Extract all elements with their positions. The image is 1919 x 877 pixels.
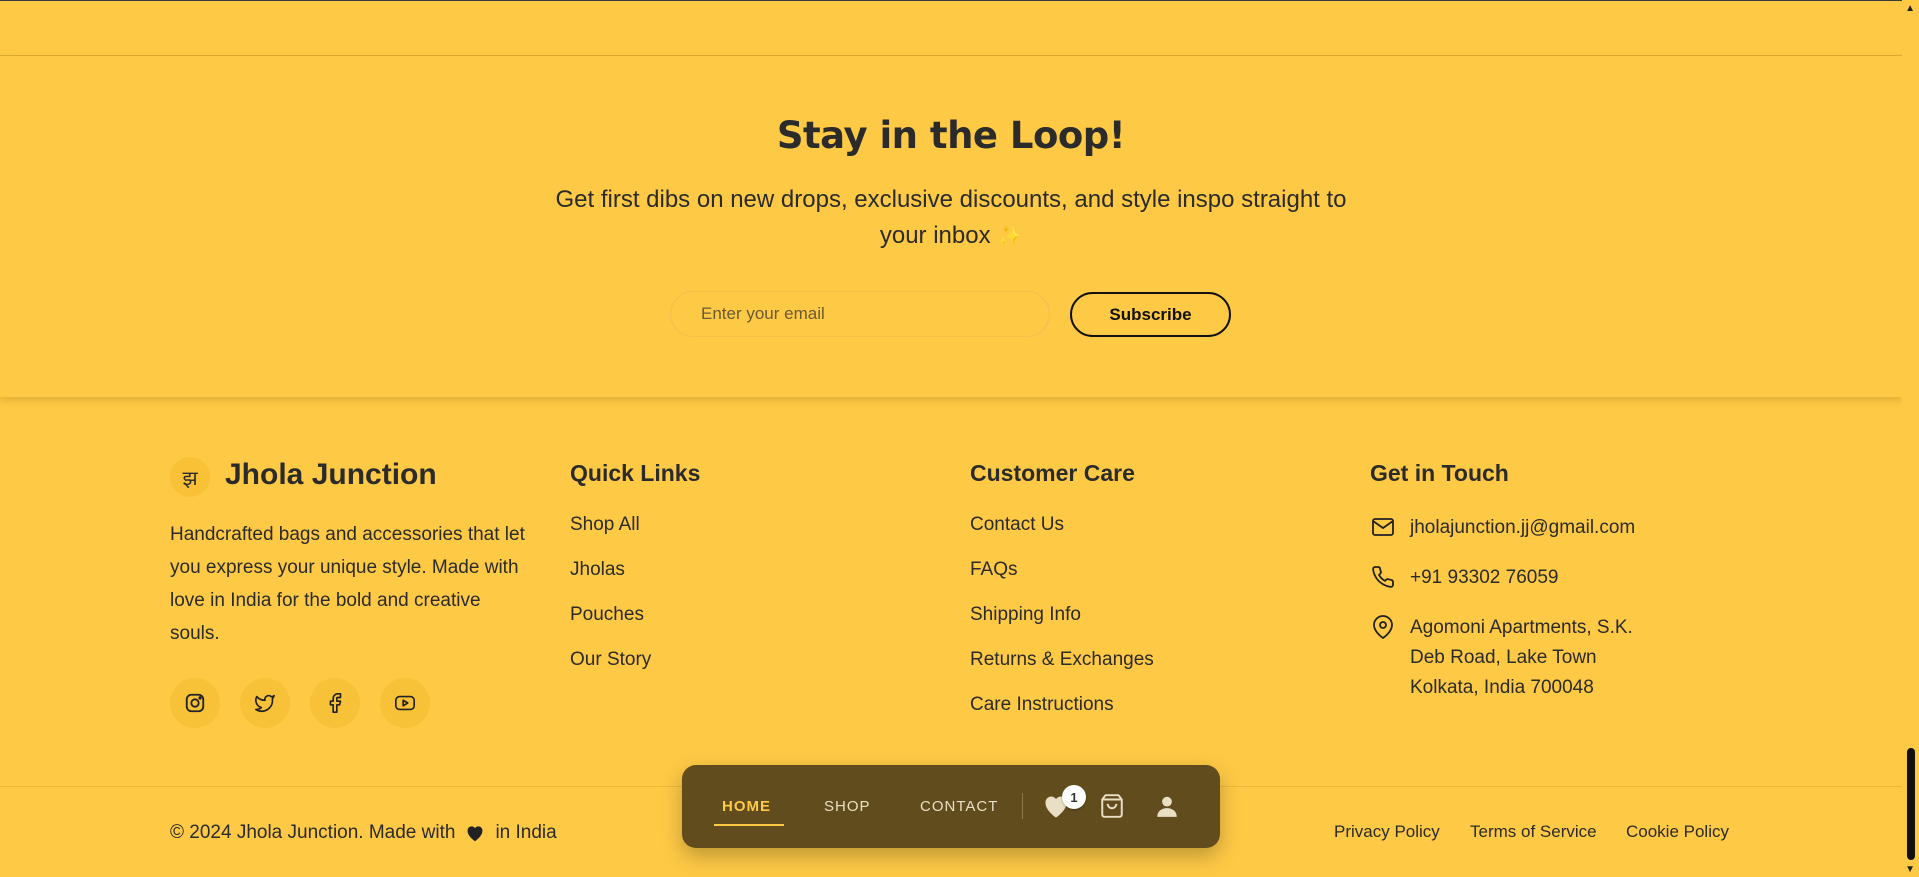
floating-navbar: HOME SHOP CONTACT 1 — [682, 765, 1220, 848]
brand-logo: झ — [170, 457, 210, 497]
contact-address-row: Agomoni Apartments, S.K. Deb Road, Lake … — [1370, 613, 1670, 703]
quick-link-pouches[interactable]: Pouches — [570, 604, 651, 649]
terms-of-service-link[interactable]: Terms of Service — [1470, 822, 1597, 842]
care-link-faqs[interactable]: FAQs — [970, 559, 1154, 604]
mail-icon — [1372, 518, 1394, 536]
page-scrollbar[interactable]: ▲ ▼ — [1902, 0, 1919, 877]
shopping-bag-icon[interactable] — [1099, 793, 1125, 819]
care-link-returns[interactable]: Returns & Exchanges — [970, 649, 1154, 694]
privacy-policy-link[interactable]: Privacy Policy — [1334, 822, 1440, 842]
nav-active-indicator — [714, 824, 784, 826]
quick-links-title: Quick Links — [570, 460, 701, 486]
contact-address: Agomoni Apartments, S.K. Deb Road, Lake … — [1410, 617, 1633, 698]
brand-description: Handcrafted bags and accessories that le… — [170, 524, 525, 644]
customer-care-list: Contact Us FAQs Shipping Info Returns & … — [970, 514, 1154, 739]
contact-phone[interactable]: +91 93302 76059 — [1410, 563, 1558, 593]
newsletter-title: Stay in the Loop! — [776, 114, 1126, 157]
user-profile-icon[interactable] — [1154, 793, 1180, 819]
quick-links-list: Shop All Jholas Pouches Our Story — [570, 514, 651, 694]
facebook-icon — [329, 693, 342, 713]
care-link-contact-us[interactable]: Contact Us — [970, 514, 1154, 559]
youtube-button[interactable] — [380, 678, 430, 728]
quick-link-shop-all[interactable]: Shop All — [570, 514, 651, 559]
contact-phone-row[interactable]: +91 93302 76059 — [1370, 563, 1558, 593]
care-link-shipping-info[interactable]: Shipping Info — [970, 604, 1154, 649]
newsletter-subtitle: Get first dibs on new drops, exclusive d… — [540, 182, 1362, 255]
nav-home[interactable]: HOME — [722, 765, 771, 848]
care-link-care-instructions[interactable]: Care Instructions — [970, 694, 1154, 739]
sparkle-icon: ✨ — [997, 226, 1023, 248]
email-input[interactable] — [670, 291, 1050, 337]
newsletter-section: Stay in the Loop! Get first dibs on new … — [0, 55, 1902, 397]
heart-icon — [465, 824, 485, 842]
wishlist-count-badge: 1 — [1062, 785, 1086, 809]
top-divider — [0, 0, 1902, 1]
instagram-button[interactable] — [170, 678, 220, 728]
newsletter-subtitle-text: Get first dibs on new drops, exclusive d… — [555, 186, 1347, 249]
scrollbar-thumb[interactable] — [1907, 748, 1915, 860]
scroll-down-arrow-icon[interactable]: ▼ — [1905, 864, 1915, 875]
nav-contact[interactable]: CONTACT — [920, 765, 998, 848]
contact-title: Get in Touch — [1370, 460, 1509, 486]
copyright-prefix: © 2024 Jhola Junction. Made with — [170, 822, 456, 843]
youtube-icon — [395, 695, 415, 711]
customer-care-title: Customer Care — [970, 460, 1135, 486]
nav-separator — [1022, 793, 1023, 819]
phone-icon — [1372, 566, 1394, 588]
quick-link-jholas[interactable]: Jholas — [570, 559, 651, 604]
twitter-icon — [255, 694, 275, 713]
brand-name: Jhola Junction — [225, 458, 437, 491]
location-pin-icon — [1373, 615, 1393, 639]
quick-link-our-story[interactable]: Our Story — [570, 649, 651, 694]
scroll-up-arrow-icon[interactable]: ▲ — [1905, 3, 1915, 14]
copyright-suffix: in India — [495, 822, 557, 843]
copyright: © 2024 Jhola Junction. Made with in Indi… — [170, 822, 557, 844]
subscribe-button[interactable]: Subscribe — [1070, 292, 1231, 337]
contact-email-row[interactable]: jholajunction.jj@gmail.com — [1370, 513, 1635, 543]
twitter-button[interactable] — [240, 678, 290, 728]
contact-email[interactable]: jholajunction.jj@gmail.com — [1410, 513, 1635, 543]
facebook-button[interactable] — [310, 678, 360, 728]
instagram-icon — [185, 693, 205, 713]
cookie-policy-link[interactable]: Cookie Policy — [1626, 822, 1729, 842]
nav-shop[interactable]: SHOP — [824, 765, 871, 848]
